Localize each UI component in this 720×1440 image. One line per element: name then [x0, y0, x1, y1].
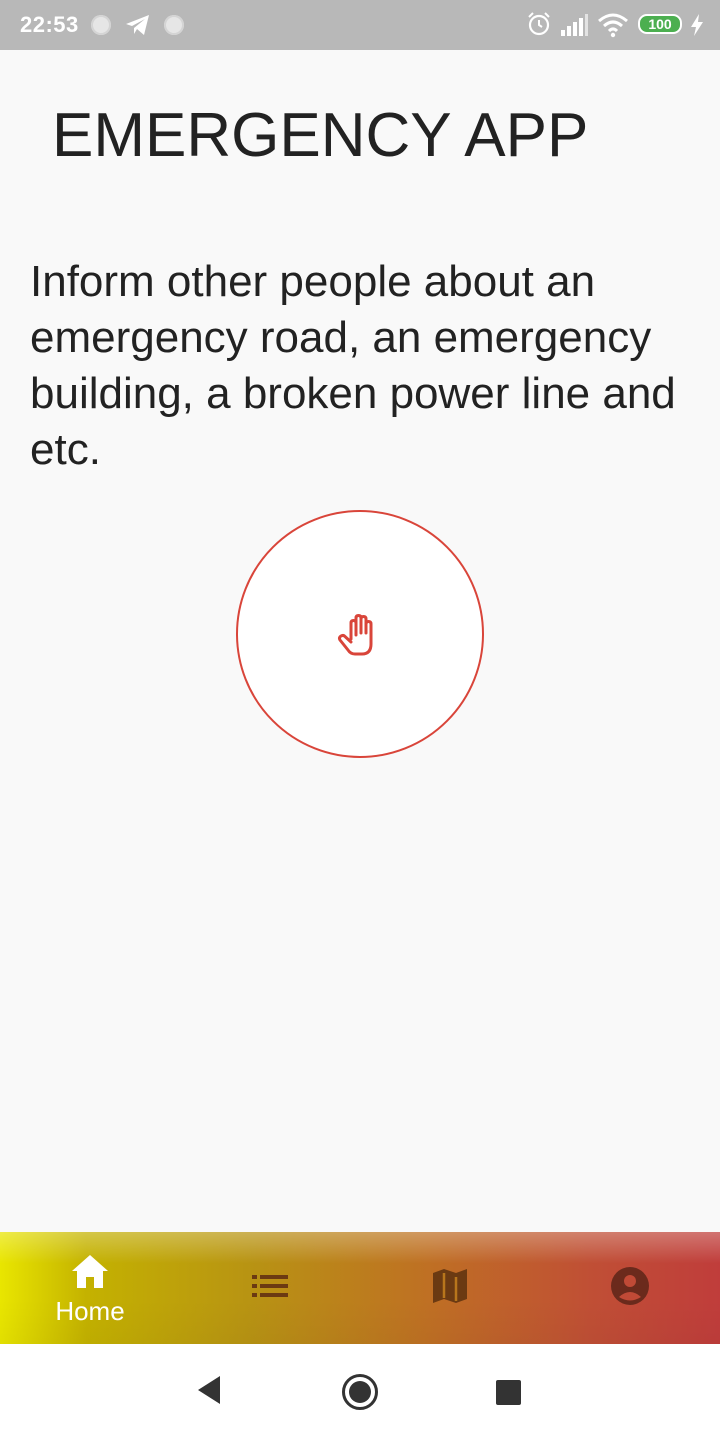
signal-icon — [561, 14, 588, 36]
app-description: Inform other people about an emergency r… — [30, 257, 676, 474]
home-circle-icon[interactable] — [341, 1373, 379, 1411]
account-icon — [611, 1267, 649, 1305]
map-icon — [433, 1269, 467, 1303]
hand-icon — [337, 614, 373, 656]
nav-item-account[interactable] — [540, 1232, 720, 1344]
battery-icon: 100 — [638, 14, 682, 34]
status-bar: 22:53 100 — [0, 0, 720, 50]
page-title: EMERGENCY APP — [52, 101, 589, 170]
emergency-report-button[interactable] — [236, 510, 484, 758]
notification-dot-icon — [164, 15, 184, 35]
home-icon — [72, 1255, 108, 1288]
recents-icon[interactable] — [496, 1380, 521, 1405]
nav-item-list[interactable] — [180, 1232, 360, 1344]
telegram-icon — [126, 15, 149, 35]
system-navigation-bar — [0, 1344, 720, 1440]
back-icon[interactable] — [194, 1372, 224, 1408]
nav-label-home: Home — [55, 1296, 125, 1326]
bottom-navigation: Home — [0, 1232, 720, 1344]
wifi-icon — [598, 13, 628, 38]
status-time: 22:53 — [20, 12, 79, 37]
alarm-icon — [528, 12, 550, 36]
nav-item-map[interactable] — [360, 1232, 540, 1344]
list-icon — [252, 1275, 288, 1297]
charging-icon — [691, 14, 703, 36]
notification-dot-icon — [91, 15, 111, 35]
nav-item-home[interactable]: Home — [0, 1232, 180, 1344]
